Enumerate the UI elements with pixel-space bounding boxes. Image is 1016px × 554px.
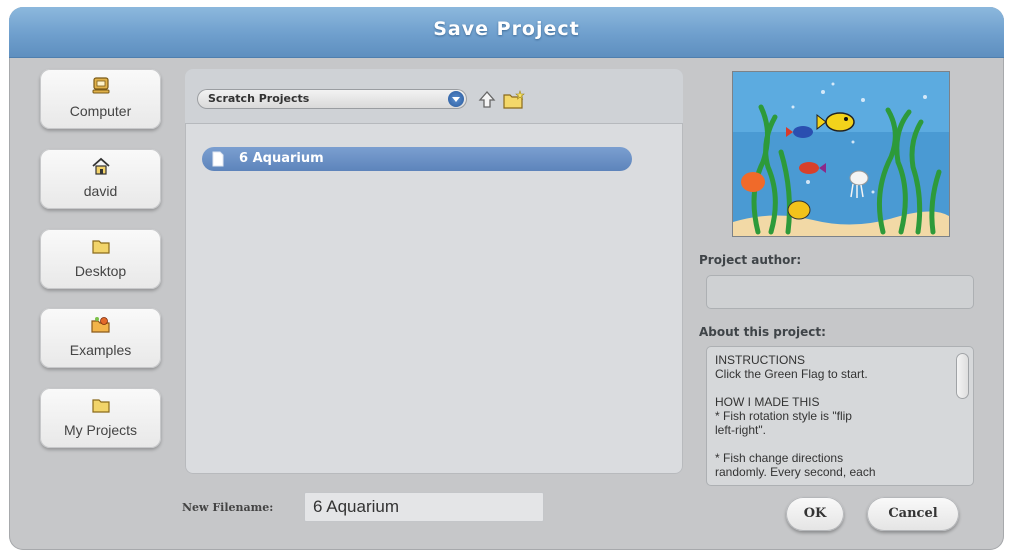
save-project-dialog: Save Project Computer david Desktop Exam… — [9, 7, 1004, 550]
about-project-label: About this project: — [699, 325, 826, 339]
file-icon — [212, 151, 224, 171]
chevron-down-icon — [448, 91, 464, 107]
about-line: Click the Green Flag to start. — [715, 367, 868, 381]
file-item-6-aquarium[interactable]: 6 Aquarium — [202, 147, 632, 171]
project-thumbnail — [732, 71, 950, 237]
about-line: randomly. Every second, each — [715, 465, 876, 479]
examples-icon — [40, 316, 161, 334]
location-button-desktop[interactable]: Desktop — [40, 229, 161, 289]
folder-icon — [40, 237, 161, 255]
folder-icon — [40, 396, 161, 414]
location-button-david[interactable]: david — [40, 149, 161, 209]
about-line: * Fish change directions — [715, 451, 844, 465]
project-author-label: Project author: — [699, 253, 802, 267]
up-folder-icon[interactable] — [476, 89, 498, 111]
about-line: INSTRUCTIONS — [715, 353, 805, 367]
new-folder-icon[interactable] — [502, 89, 525, 111]
folder-dropdown-label: Scratch Projects — [208, 92, 310, 105]
location-button-computer[interactable]: Computer — [40, 69, 161, 129]
project-author-field[interactable] — [706, 275, 974, 309]
location-label: Computer — [69, 103, 132, 119]
location-label: david — [83, 183, 118, 199]
about-scrollbar[interactable] — [956, 353, 969, 479]
cancel-button[interactable]: Cancel — [867, 497, 959, 531]
folder-dropdown[interactable]: Scratch Projects — [197, 89, 467, 109]
about-line: * Fish rotation style is "flip — [715, 409, 852, 423]
location-label: Examples — [69, 342, 132, 358]
location-button-examples[interactable]: Examples — [40, 308, 161, 368]
computer-icon — [40, 77, 161, 95]
file-browser-panel: Scratch Projects 6 Aquarium — [185, 69, 683, 474]
dialog-title: Save Project — [433, 18, 580, 40]
location-label: Desktop — [74, 263, 127, 279]
about-line: left-right". — [715, 423, 766, 437]
new-filename-input[interactable] — [304, 492, 544, 522]
file-item-label: 6 Aquarium — [239, 151, 324, 166]
scrollbar-thumb[interactable] — [956, 353, 969, 399]
about-project-textarea[interactable]: INSTRUCTIONS Click the Green Flag to sta… — [706, 346, 974, 486]
new-filename-label: New Filename: — [182, 501, 274, 514]
title-bar: Save Project — [9, 7, 1004, 58]
location-label: My Projects — [63, 422, 138, 438]
file-toolbar: Scratch Projects — [185, 69, 683, 124]
ok-button[interactable]: OK — [786, 497, 844, 531]
about-line: HOW I MADE THIS — [715, 395, 820, 409]
about-project-text: INSTRUCTIONS Click the Green Flag to sta… — [715, 353, 955, 485]
location-button-my-projects[interactable]: My Projects — [40, 388, 161, 448]
home-icon — [40, 157, 161, 175]
